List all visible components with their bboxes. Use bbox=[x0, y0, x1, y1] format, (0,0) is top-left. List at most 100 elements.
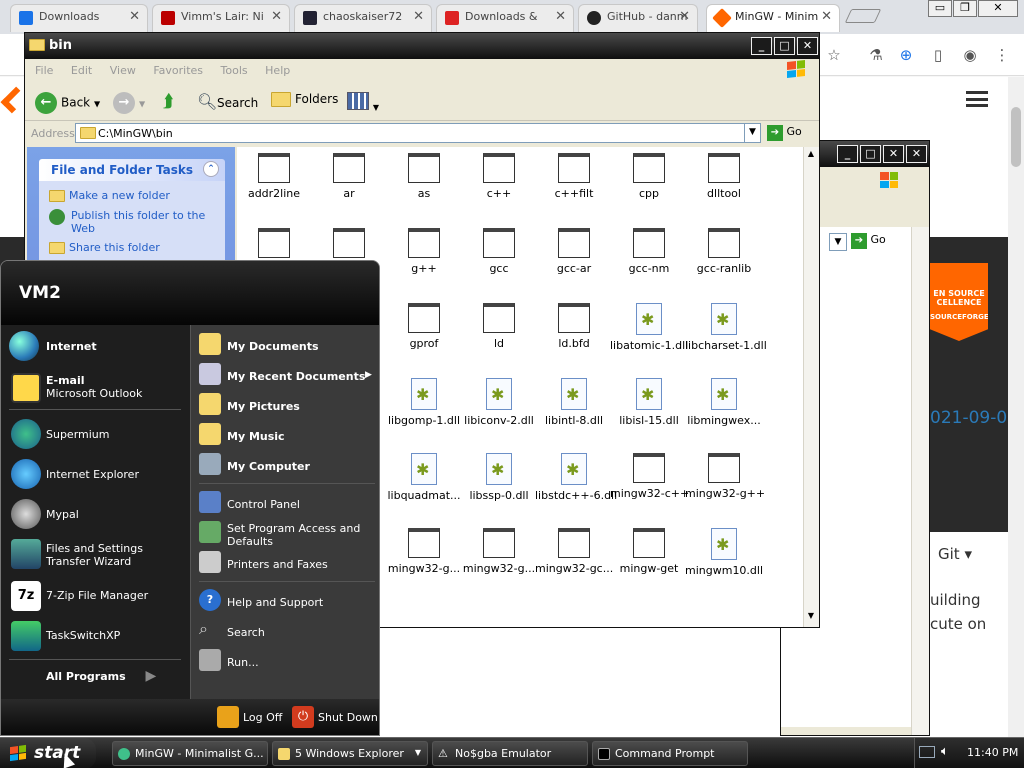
git-link[interactable]: Git ▾ bbox=[938, 545, 972, 563]
file-item[interactable]: libgomp-1.dll bbox=[385, 378, 463, 427]
file-item[interactable]: ld bbox=[460, 303, 538, 350]
back-button[interactable]: ← Back ▼ bbox=[35, 92, 100, 114]
collapse-chevron-icon[interactable]: ⌃ bbox=[203, 161, 219, 177]
start-control-panel[interactable]: Control Panel bbox=[227, 498, 300, 511]
start-printers-faxes[interactable]: Printers and Faxes bbox=[227, 558, 328, 571]
star-icon[interactable]: ☆ bbox=[824, 45, 844, 65]
start-item-internet-explorer[interactable]: Internet Explorer bbox=[46, 468, 139, 481]
browser-close-button[interactable]: ✕ bbox=[978, 0, 1018, 17]
file-item[interactable]: mingw32-c++ bbox=[610, 453, 689, 500]
start-item-internet[interactable]: Internet bbox=[46, 340, 97, 353]
start-item-email[interactable]: E-mail bbox=[46, 374, 85, 387]
file-item[interactable]: mingw32-gc... bbox=[535, 528, 613, 575]
file-item[interactable]: cpp bbox=[610, 153, 688, 200]
up-folder-button[interactable]: ⮭ bbox=[163, 92, 183, 112]
file-item[interactable] bbox=[237, 228, 313, 262]
minimize-button[interactable]: _ bbox=[751, 37, 772, 55]
file-item[interactable]: libmingwex... bbox=[685, 378, 763, 427]
file-item[interactable]: gcc-ar bbox=[535, 228, 613, 275]
start-help-support[interactable]: Help and Support bbox=[227, 596, 323, 609]
sidepanel-icon[interactable]: ▯ bbox=[928, 45, 948, 65]
start-item-7zip[interactable]: 7-Zip File Manager bbox=[46, 589, 148, 602]
start-item-transfer-wizard[interactable]: Files and Settings Transfer Wizard bbox=[46, 542, 186, 568]
tab-close-icon[interactable]: ✕ bbox=[555, 9, 566, 24]
profile-icon[interactable]: ◉ bbox=[960, 45, 980, 65]
maximize-button[interactable]: □ bbox=[774, 37, 795, 55]
file-item[interactable]: libstdc++-6.dll bbox=[535, 453, 617, 502]
back-minimize-button[interactable]: _ bbox=[837, 145, 858, 163]
address-dropdown-icon[interactable]: ▼ bbox=[829, 233, 847, 251]
network-icon[interactable] bbox=[919, 746, 935, 758]
tab-github[interactable]: GitHub - danm ✕ bbox=[578, 4, 698, 32]
file-item[interactable]: libcharset-1.dll bbox=[685, 303, 767, 352]
lab-icon[interactable]: ⚗ bbox=[866, 45, 886, 65]
file-item[interactable]: mingw-get bbox=[610, 528, 688, 575]
tab-downloads-2[interactable]: Downloads & ✕ bbox=[436, 4, 574, 32]
tab-close-icon[interactable]: ✕ bbox=[271, 9, 282, 24]
go-button[interactable]: ➔ Go bbox=[767, 125, 802, 141]
file-item[interactable]: mingw32-g++ bbox=[685, 453, 765, 500]
tab-vimms-lair[interactable]: Vimm's Lair: Ni ✕ bbox=[152, 4, 290, 32]
close-button[interactable]: ✕ bbox=[797, 37, 818, 55]
start-my-documents[interactable]: My Documents bbox=[227, 340, 319, 353]
start-my-computer[interactable]: My Computer bbox=[227, 460, 310, 473]
start-search[interactable]: Search bbox=[227, 626, 265, 639]
menu-tools[interactable]: Tools bbox=[221, 64, 248, 77]
taskbar-item-windows-explorer[interactable]: 5 Windows Explorer ▼ bbox=[272, 741, 428, 766]
start-my-recent-documents[interactable]: My Recent Documents bbox=[227, 370, 365, 383]
search-button[interactable]: 🔍︎Search bbox=[197, 92, 258, 111]
menu-file[interactable]: File bbox=[35, 64, 53, 77]
tab-mingw[interactable]: MinGW - Minim ✕ bbox=[706, 4, 840, 32]
file-list-scrollbar[interactable]: ▲ ▼ bbox=[803, 147, 819, 627]
back-go-button[interactable]: ➔ Go bbox=[851, 233, 886, 249]
file-item[interactable]: mingwm10.dll bbox=[685, 528, 763, 577]
file-item[interactable]: gprof bbox=[385, 303, 463, 350]
task-publish-web[interactable]: Publish this folder to the Web bbox=[49, 209, 219, 235]
file-item[interactable]: as bbox=[385, 153, 463, 200]
file-item[interactable]: gcc-nm bbox=[610, 228, 688, 275]
file-item[interactable]: libatomic-1.dll bbox=[610, 303, 688, 352]
taskbar-item-command-prompt[interactable]: Command Prompt bbox=[592, 741, 748, 766]
menu-edit[interactable]: Edit bbox=[71, 64, 92, 77]
menu-help[interactable]: Help bbox=[265, 64, 290, 77]
volume-icon[interactable]: 🔈︎ bbox=[941, 744, 949, 759]
menu-icon[interactable]: ⋮ bbox=[992, 45, 1012, 65]
task-make-new-folder[interactable]: Make a new folder bbox=[49, 189, 170, 202]
scroll-down-icon[interactable]: ▼ bbox=[806, 611, 816, 623]
forward-button[interactable]: → ▼ bbox=[113, 92, 145, 114]
download-icon[interactable]: ⊕ bbox=[896, 45, 916, 65]
tab-close-icon[interactable]: ✕ bbox=[413, 9, 424, 24]
start-item-supermium[interactable]: Supermium bbox=[46, 428, 110, 441]
file-item[interactable]: ld.bfd bbox=[535, 303, 613, 350]
menu-view[interactable]: View bbox=[110, 64, 136, 77]
file-item[interactable]: c++ bbox=[460, 153, 538, 200]
scrollbar-thumb[interactable] bbox=[1011, 107, 1021, 167]
file-folder-tasks-header[interactable]: File and Folder Tasks ⌃ bbox=[39, 159, 225, 181]
start-my-music[interactable]: My Music bbox=[227, 430, 285, 443]
file-item[interactable]: libiconv-2.dll bbox=[460, 378, 538, 427]
file-item[interactable]: ar bbox=[310, 153, 388, 200]
address-dropdown-icon[interactable]: ▼ bbox=[744, 124, 760, 142]
file-item[interactable]: mingw32-g... bbox=[460, 528, 538, 575]
file-item[interactable]: mingw32-g... bbox=[385, 528, 463, 575]
hamburger-menu-icon[interactable] bbox=[966, 91, 988, 107]
tab-downloads[interactable]: Downloads ✕ bbox=[10, 4, 148, 32]
back-maximize-button[interactable]: □ bbox=[860, 145, 881, 163]
start-run[interactable]: Run... bbox=[227, 656, 259, 669]
file-item[interactable]: gcc bbox=[460, 228, 538, 275]
file-item[interactable]: libisl-15.dll bbox=[610, 378, 688, 427]
scroll-up-icon[interactable]: ▲ bbox=[806, 149, 816, 161]
task-share-folder[interactable]: Share this folder bbox=[49, 241, 160, 254]
log-off-button[interactable]: Log Off bbox=[243, 711, 282, 724]
file-item[interactable]: libquadmat... bbox=[385, 453, 463, 502]
menu-favorites[interactable]: Favorites bbox=[153, 64, 203, 77]
taskbar-item-mingw[interactable]: MinGW - Minimalist G... bbox=[112, 741, 268, 766]
file-item[interactable]: c++filt bbox=[535, 153, 613, 200]
forward-dropdown-icon[interactable]: ▼ bbox=[139, 100, 145, 109]
views-dropdown-icon[interactable]: ▼ bbox=[373, 103, 379, 112]
all-programs-button[interactable]: All Programs ▶ bbox=[46, 669, 156, 683]
back-close-button-2[interactable]: ✕ bbox=[906, 145, 927, 163]
browser-restore-button[interactable]: ❐ bbox=[953, 0, 977, 17]
start-item-taskswitchxp[interactable]: TaskSwitchXP bbox=[46, 629, 120, 642]
back-dropdown-icon[interactable]: ▼ bbox=[94, 100, 100, 109]
